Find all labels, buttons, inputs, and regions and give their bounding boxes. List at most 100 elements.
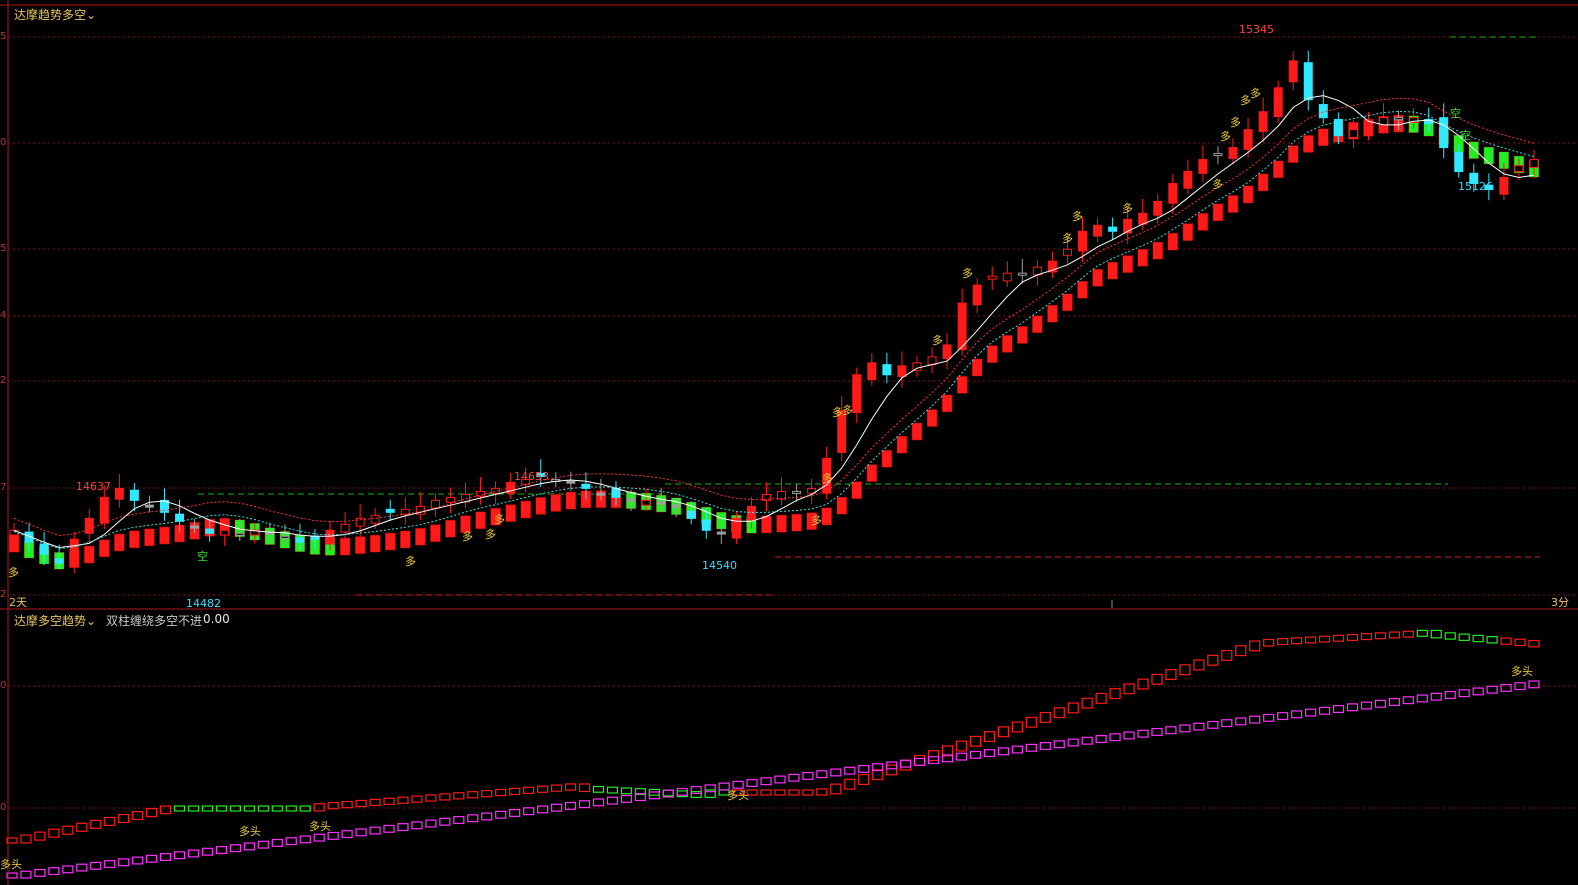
trend-band-block (956, 376, 968, 394)
trend-band-block (1017, 326, 1028, 344)
sub-trend-block (1388, 631, 1400, 639)
sub-line-block (48, 867, 60, 876)
chevron-down-icon[interactable]: ⌄ (86, 614, 96, 628)
sub-line-block (606, 796, 619, 805)
y-tick-label: 7 (0, 482, 7, 493)
sub-panel-title[interactable]: 达摩多空趋势⌄ (14, 612, 96, 629)
low-label: 14482 (186, 597, 221, 610)
sub-trend-block (1193, 659, 1205, 671)
sub-trend-block (592, 785, 605, 793)
sub-trend-block (1486, 636, 1498, 644)
candle-body (1002, 272, 1012, 282)
sub-trend-block (369, 798, 381, 807)
sub-line-block (1081, 736, 1093, 745)
candle-body (1062, 248, 1072, 256)
signal-long: 多 (462, 530, 473, 543)
trend-band-block (1212, 203, 1224, 222)
sub-line-block (1277, 712, 1289, 721)
main-panel-title[interactable]: 达摩趋势多空⌄ (14, 6, 96, 23)
chevron-down-icon[interactable]: ⌄ (86, 8, 96, 22)
trend-band-block (1167, 232, 1179, 251)
candle-body (972, 284, 982, 306)
trend-band-block (400, 530, 411, 549)
sub-line-block (1207, 720, 1219, 729)
sub-line-block (201, 847, 214, 856)
trend-band-block (971, 358, 983, 377)
sub-trend-block (802, 789, 814, 796)
sub-line-block (900, 759, 912, 768)
right-scale-label: 3分 (1551, 596, 1569, 609)
sub-trend-block (1500, 637, 1512, 645)
candle-body (144, 504, 154, 508)
sub-trend-block (1123, 683, 1135, 695)
grid-lines (8, 36, 1578, 809)
sub-panel-title-text: 达摩多空趋势 (14, 614, 87, 628)
signal-short: 空 (1460, 129, 1471, 142)
sub-line-block (592, 798, 605, 807)
candle-body (114, 487, 124, 500)
sub-trend-block (1514, 638, 1526, 647)
y-tick-label: 0 (0, 137, 7, 148)
sub-trend-block (690, 791, 702, 798)
sub-line-block (495, 810, 507, 819)
sub-line-block (411, 821, 423, 830)
candle-body (1228, 147, 1238, 159)
sub-line-block (397, 823, 409, 832)
signal-long: 多 (932, 334, 943, 347)
sub-line-block (1360, 701, 1373, 710)
sub-line-block (34, 868, 46, 877)
sub-trend-block (411, 795, 423, 803)
sub-trend-block (1332, 634, 1345, 642)
candle-body (445, 496, 455, 503)
sub-line-block (104, 860, 116, 869)
trend-band-block (415, 527, 426, 546)
trend-band-block (1077, 280, 1088, 299)
candle-body (325, 529, 335, 545)
sub-line-block (1109, 733, 1121, 742)
trend-band-block (339, 537, 351, 556)
sub-line-block (760, 777, 772, 786)
sub-trend-block (453, 792, 465, 800)
sub-line-block (187, 849, 200, 858)
sub-trend-block (1207, 654, 1219, 666)
sub-trend-block (900, 759, 912, 771)
sub-trend-block (1081, 697, 1093, 709)
sub-line-block (257, 840, 269, 849)
sub-trend-block (1095, 692, 1107, 704)
signal-short: 空 (1450, 107, 1461, 120)
sub-line-block (676, 787, 688, 796)
sub-trend-block (90, 819, 102, 829)
sub-trend-block (20, 834, 32, 844)
sub-line-block (1304, 708, 1317, 717)
candle-body (355, 517, 365, 527)
sub-trend-block (1528, 639, 1540, 648)
sub-line-block (1388, 698, 1400, 706)
sub-trend-block (969, 735, 982, 747)
sub-line-block (774, 775, 786, 784)
sub-line-block (1011, 745, 1023, 754)
trend-band-block (384, 532, 396, 551)
trend-band-block (1107, 261, 1118, 280)
candle-body (1273, 87, 1283, 117)
sub-line-block (983, 749, 996, 758)
trend-band-block (1272, 160, 1284, 179)
candle-body (1348, 129, 1358, 138)
sub-trend-block (1053, 707, 1065, 719)
sub-series-value: 0.00 (203, 612, 230, 626)
sub-line-block (299, 835, 311, 844)
sub-line-block (76, 863, 88, 872)
signal-long: 多 (1072, 210, 1083, 223)
candle-body (1303, 62, 1313, 101)
trend-band-block (896, 435, 908, 454)
candle-body (1213, 153, 1223, 157)
candle-body (69, 538, 79, 566)
candle-body (1529, 159, 1539, 168)
sub-line-block (509, 808, 521, 817)
sub-trend-block (662, 789, 674, 797)
signal-label-long: 多头 (239, 825, 261, 838)
sub-trend-block (830, 783, 842, 795)
signal-long: 多 (405, 555, 416, 568)
sub-line-block (1095, 735, 1107, 743)
sub-line-block (1151, 727, 1163, 736)
sub-trend-block (313, 803, 325, 812)
